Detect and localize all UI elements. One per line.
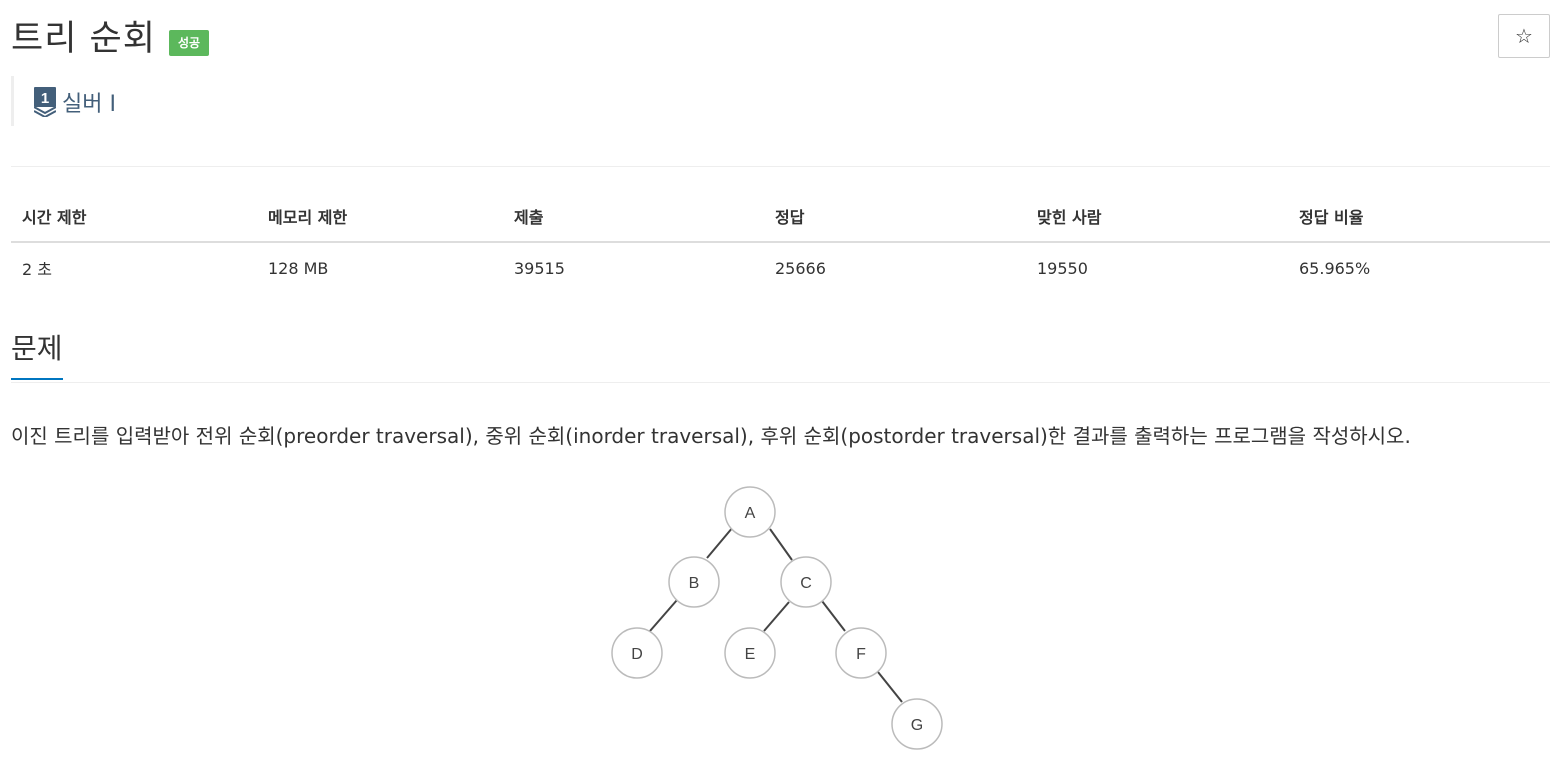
tier-block: 1 실버 I: [11, 76, 116, 126]
problem-section-header: 문제: [11, 332, 1550, 383]
edge-b-d: [649, 599, 678, 632]
divider: [11, 166, 1550, 167]
submissions-value[interactable]: 39515: [503, 242, 764, 293]
solved-users-value[interactable]: 19550: [1026, 242, 1288, 293]
tree-node-label: B: [689, 575, 700, 592]
title-row: 트리 순회 성공: [11, 14, 210, 64]
header-accepted: 정답: [764, 192, 1026, 243]
tier-label: 실버 I: [62, 92, 116, 117]
edge-a-b: [706, 526, 734, 559]
memory-limit-value: 128 MB: [268, 258, 329, 278]
tree-node-label: E: [745, 646, 756, 663]
header-time-limit: 시간 제한: [11, 192, 257, 243]
edge-c-f: [821, 600, 846, 632]
table-row: 2 초 128 MB 39515 25666 19550 65.965%: [11, 242, 1550, 293]
star-icon: ☆: [1515, 24, 1533, 48]
accepted-value: 25666: [775, 258, 826, 278]
time-limit-value: 2 초: [22, 260, 52, 279]
header-memory-limit: 메모리 제한: [257, 192, 503, 243]
tier-badge-icon: 1: [34, 87, 56, 117]
tier-number: 1: [41, 90, 49, 107]
page-title: 트리 순회: [11, 18, 156, 59]
tree-node-label: F: [856, 646, 866, 663]
tree-node-label: D: [631, 646, 643, 663]
section-title: 문제: [11, 332, 63, 380]
star-button[interactable]: ☆: [1498, 14, 1550, 58]
edge-f-g: [877, 671, 903, 703]
table-header-row: 시간 제한 메모리 제한 제출 정답 맞힌 사람 정답 비율: [11, 192, 1550, 243]
problem-info-table: 시간 제한 메모리 제한 제출 정답 맞힌 사람 정답 비율 2 초 128 M…: [11, 192, 1550, 293]
edge-c-e: [763, 601, 790, 632]
header-submissions: 제출: [503, 192, 764, 243]
tier-link[interactable]: 1 실버 I: [34, 86, 116, 118]
header-accept-ratio: 정답 비율: [1288, 192, 1550, 243]
binary-tree-diagram: A B C D E F G: [611, 486, 943, 750]
tree-node-label: G: [911, 717, 923, 734]
tree-node-label: A: [745, 505, 756, 522]
tree-node-label: C: [800, 575, 812, 592]
accept-ratio-value: 65.965%: [1299, 258, 1371, 278]
problem-description: 이진 트리를 입력받아 전위 순회(preorder traversal), 중…: [11, 424, 1411, 448]
edge-a-c: [769, 528, 793, 561]
header-solved-users: 맞힌 사람: [1026, 192, 1288, 243]
status-badge: 성공: [168, 30, 210, 56]
